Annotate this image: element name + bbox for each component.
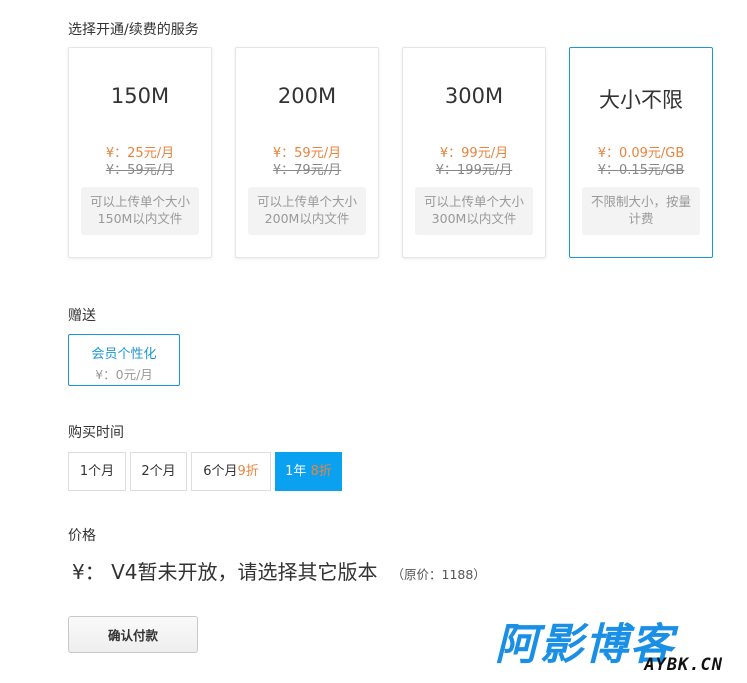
duration-option-6-months[interactable]: 6个月9折 bbox=[191, 452, 271, 491]
gift-option-member-personalization[interactable]: 会员个性化 ¥：0元/月 bbox=[68, 334, 180, 386]
watermark-logo: 阿影博客 AYBK.CN bbox=[495, 616, 727, 678]
plan-original-price: ¥：59元/月 bbox=[105, 163, 175, 178]
plan-description: 可以上传单个大小 200M以内文件 bbox=[248, 187, 366, 235]
confirm-payment-button[interactable]: 确认付款 bbox=[68, 616, 198, 653]
duration-section-label: 购买时间 bbox=[68, 425, 124, 441]
duration-option-2-months[interactable]: 2个月 bbox=[130, 452, 187, 491]
plan-title: 300M bbox=[444, 84, 504, 108]
gift-name: 会员个性化 bbox=[91, 347, 157, 362]
price-value: ¥： V4暂未开放，请选择其它版本 bbox=[72, 560, 378, 584]
service-section-label: 选择开通/续费的服务 bbox=[68, 22, 199, 38]
plan-title: 200M bbox=[277, 84, 337, 108]
gift-section-label: 赠送 bbox=[68, 308, 96, 324]
plan-description-line: 200M以内文件 bbox=[264, 211, 350, 226]
plan-description-line: 可以上传单个大小 bbox=[423, 194, 524, 209]
plan-original-price: ¥：0.15元/GB bbox=[597, 163, 685, 178]
plan-description-line: 150M以内文件 bbox=[97, 211, 183, 226]
duration-option-1-year[interactable]: 1年 8折 bbox=[275, 452, 342, 491]
plan-card-300m[interactable]: 300M ¥：99元/月 ¥：199元/月 可以上传单个大小 300M以内文件 bbox=[402, 47, 546, 258]
watermark-domain: AYBK.CN bbox=[644, 655, 723, 675]
price-section-label: 价格 bbox=[68, 528, 96, 544]
gift-price: ¥：0元/月 bbox=[95, 367, 153, 382]
plan-title: 150M bbox=[110, 84, 170, 108]
plan-card-200m[interactable]: 200M ¥：59元/月 ¥：79元/月 可以上传单个大小 200M以内文件 bbox=[235, 47, 379, 258]
duration-text: 2个月 bbox=[141, 464, 176, 479]
plan-description-line: 可以上传单个大小 bbox=[89, 194, 190, 209]
plan-card-150m[interactable]: 150M ¥：25元/月 ¥：59元/月 可以上传单个大小 150M以内文件 bbox=[68, 47, 212, 258]
duration-option-1-month[interactable]: 1个月 bbox=[68, 452, 126, 491]
plan-title: 大小不限 bbox=[599, 88, 683, 112]
duration-text: 1年 bbox=[285, 464, 307, 479]
plan-original-price: ¥：199元/月 bbox=[435, 163, 513, 178]
duration-discount: 9折 bbox=[237, 464, 259, 479]
plan-description: 不限制大小，按量 计费 bbox=[582, 187, 700, 235]
plan-description-line: 可以上传单个大小 bbox=[256, 194, 357, 209]
plan-original-price: ¥：79元/月 bbox=[272, 163, 342, 178]
plan-description-line: 计费 bbox=[628, 211, 654, 226]
duration-text: 6个月 bbox=[203, 464, 238, 479]
duration-text: 1个月 bbox=[79, 464, 115, 479]
original-total-price: （原价：1188） bbox=[391, 567, 486, 582]
plan-description: 可以上传单个大小 150M以内文件 bbox=[81, 187, 199, 235]
price-display: ¥： V4暂未开放，请选择其它版本 （原价：1188） bbox=[72, 556, 486, 585]
plan-description-line: 300M以内文件 bbox=[431, 211, 517, 226]
plan-card-unlimited[interactable]: 大小不限 ¥：0.09元/GB ¥：0.15元/GB 不限制大小，按量 计费 bbox=[569, 47, 713, 258]
duration-discount: 8折 bbox=[310, 464, 332, 479]
plan-description-line: 不限制大小，按量 bbox=[590, 194, 691, 209]
plan-description: 可以上传单个大小 300M以内文件 bbox=[415, 187, 533, 235]
